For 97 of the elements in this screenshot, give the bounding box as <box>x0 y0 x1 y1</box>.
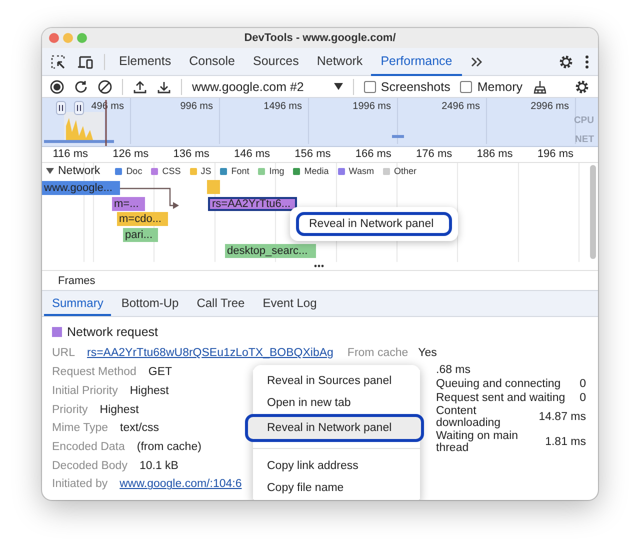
field-label: Request Method <box>52 366 136 378</box>
menu-item[interactable]: Reveal in Network panel <box>245 414 424 442</box>
time-tick-label: 176 ms <box>415 147 454 162</box>
field-label: URL <box>52 347 76 359</box>
menu-item[interactable]: Reveal in Sources panel <box>253 370 420 392</box>
network-track-toggle[interactable]: Network <box>46 165 100 177</box>
field-label: Initiated by <box>52 478 108 490</box>
kebab-menu-icon[interactable] <box>584 54 590 70</box>
details-tab[interactable]: Bottom-Up <box>113 291 187 316</box>
timing-value: 0 <box>580 378 586 390</box>
field-label: Encoded Data <box>52 441 125 454</box>
recording-select[interactable]: www.google.com #2 <box>192 80 343 94</box>
initiator-link[interactable]: www.google.com/:104:6 <box>120 478 242 490</box>
legend-item: Media <box>293 166 329 176</box>
inspect-icon[interactable] <box>50 54 66 70</box>
time-tick-label: 156 ms <box>294 147 332 162</box>
frames-track-label[interactable]: Frames <box>58 274 96 286</box>
upload-icon[interactable] <box>133 80 147 94</box>
category-swatch <box>52 327 62 337</box>
more-tabs-icon[interactable] <box>470 54 484 68</box>
device-toolbar-icon[interactable] <box>76 54 94 70</box>
settings-icon[interactable] <box>558 54 574 70</box>
field-label: Priority <box>52 404 88 416</box>
scrollbar[interactable] <box>590 165 596 259</box>
timing-value: 1.81 ms <box>545 436 586 448</box>
request-bar[interactable]: pari... <box>123 228 158 242</box>
resize-handle-icon[interactable] <box>314 264 324 268</box>
timing-label: Content downloading <box>436 405 502 429</box>
close-button[interactable] <box>49 33 59 43</box>
time-tick-label: 146 ms <box>232 147 272 162</box>
field-value: 10.1 kB <box>139 460 178 472</box>
menu-item[interactable]: Reveal in Network panel <box>296 212 452 236</box>
timing-label: Request sent and waiting <box>436 392 566 404</box>
broom-icon[interactable] <box>532 80 547 94</box>
legend-item: Other <box>382 166 416 176</box>
details-tab[interactable]: Event Log <box>254 291 325 316</box>
details-tab[interactable]: Call Tree <box>188 291 253 316</box>
timing-label: Queuing and connecting <box>436 378 562 390</box>
time-tick-label: 136 ms <box>172 147 210 162</box>
range-handle[interactable] <box>74 101 84 115</box>
panel-tab[interactable]: Performance <box>370 48 462 76</box>
time-tick-label: 196 ms <box>536 147 574 162</box>
legend-item: Font <box>220 166 250 176</box>
timing-value: 14.87 ms <box>538 411 586 423</box>
reload-icon[interactable] <box>74 80 88 94</box>
field-value: (from cache) <box>136 441 202 454</box>
request-bar[interactable]: desktop_searc... <box>225 244 316 258</box>
caret-icon <box>334 83 343 90</box>
request-bar[interactable]: m=cdo... <box>117 212 168 226</box>
field-value: Yes <box>418 347 437 359</box>
url-link[interactable]: rs=AA2YrTtu68wU8rQSEu1zLoTX_BOBQXibAg <box>87 347 334 359</box>
checkbox-option[interactable]: Memory <box>460 80 523 94</box>
checkbox-option[interactable]: Screenshots <box>364 80 450 94</box>
menu-item[interactable]: Open in new tab <box>253 392 420 414</box>
field-label: Mime Type <box>52 422 108 434</box>
field-value: Highest <box>130 385 169 398</box>
clear-icon[interactable] <box>98 80 112 94</box>
overview-tick-label: 996 ms <box>131 98 220 144</box>
legend-item: CSS <box>151 166 181 176</box>
menu-item[interactable]: Copy link address <box>253 455 420 477</box>
field-label: Initial Priority <box>52 385 118 398</box>
settings-icon[interactable] <box>574 78 590 94</box>
time-tick-label: 166 ms <box>354 147 392 162</box>
overview-tick-label: 2996 ms <box>487 98 576 144</box>
panel-tab[interactable]: Sources <box>242 48 309 76</box>
field-value: Highest <box>100 404 139 416</box>
summary-title: Network request <box>67 325 158 339</box>
legend-item: Img <box>258 166 284 176</box>
legend-item: Doc <box>115 166 142 176</box>
network-activity-bar <box>392 135 404 138</box>
overview-tick-label: 1496 ms <box>220 98 309 144</box>
legend-item: Wasm <box>338 166 374 176</box>
field-value: text/css <box>120 422 160 434</box>
record-icon[interactable] <box>50 80 64 94</box>
field-label: Decoded Body <box>52 460 128 472</box>
duration-value: .68 ms <box>436 363 472 377</box>
request-bar[interactable]: rs=AA2YrTtu6... <box>208 197 297 211</box>
field-value: GET <box>148 366 172 378</box>
lane-label: NET <box>575 134 594 145</box>
range-handle[interactable] <box>56 101 66 115</box>
details-tab[interactable]: Summary <box>44 291 112 316</box>
window-title: DevTools - www.google.com/ <box>244 32 396 44</box>
download-icon[interactable] <box>157 80 171 94</box>
panel-tab[interactable]: Network <box>306 48 373 76</box>
legend-item: JS <box>190 166 212 176</box>
time-tick-label: 186 ms <box>476 147 514 162</box>
menu-item[interactable]: Copy file name <box>253 477 420 499</box>
panel-tab[interactable]: Console <box>179 48 245 76</box>
time-tick-label: 116 ms <box>52 147 89 162</box>
lane-label: CPU <box>574 115 594 126</box>
request-bar[interactable]: m=... <box>112 197 145 211</box>
timing-value: 0 <box>580 392 586 404</box>
request-bar[interactable]: www.google... <box>42 181 120 195</box>
timing-label: Waiting on main thread <box>436 430 520 454</box>
time-tick-label: 126 ms <box>112 147 150 162</box>
panel-tab[interactable]: Elements <box>109 48 182 76</box>
field-label: From cache <box>347 347 408 359</box>
